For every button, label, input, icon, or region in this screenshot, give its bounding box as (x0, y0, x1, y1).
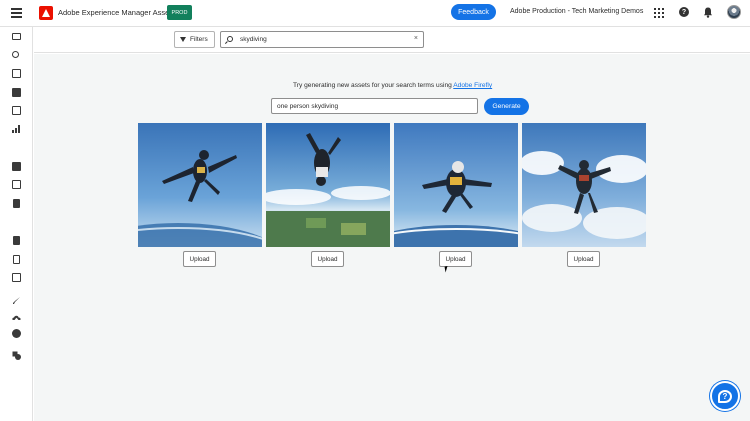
search-input[interactable] (240, 34, 410, 45)
help-fab-button[interactable]: ? (710, 381, 740, 411)
firefly-hint: Try generating new assets for your searc… (293, 82, 492, 89)
filter-icon (180, 37, 186, 42)
grid-icon[interactable] (12, 180, 21, 189)
left-rail (0, 27, 33, 421)
insights-icon[interactable] (12, 124, 21, 133)
adobe-logo-icon (39, 6, 53, 20)
cloud-upload-icon[interactable] (12, 310, 21, 323)
upload-button[interactable]: Upload (439, 251, 472, 267)
generate-button[interactable]: Generate (484, 98, 529, 115)
document-icon[interactable] (13, 236, 20, 245)
org-switcher[interactable]: Adobe Production - Tech Marketing Demos (510, 8, 643, 15)
app-title[interactable]: Adobe Experience Manager Assets (58, 8, 175, 17)
generated-image-4[interactable] (522, 123, 646, 247)
filters-label: Filters (190, 36, 208, 43)
notifications-icon[interactable] (703, 7, 713, 18)
help-bubble-icon: ? (718, 389, 732, 403)
search-icon (227, 36, 233, 42)
firefly-link[interactable]: Adobe Firefly (453, 82, 492, 89)
generated-image-1[interactable] (138, 123, 262, 247)
prompt-input[interactable] (277, 101, 472, 111)
app-switcher-icon[interactable] (654, 8, 664, 18)
help-icon[interactable]: ? (679, 7, 689, 17)
filters-button[interactable]: Filters (174, 31, 215, 48)
list-icon[interactable] (12, 69, 21, 78)
clear-search-icon[interactable]: × (414, 35, 418, 42)
shapes-icon[interactable] (12, 347, 21, 360)
search-icon[interactable] (12, 51, 19, 58)
templates-icon[interactable] (12, 162, 21, 171)
prompt-input-wrapper[interactable] (271, 98, 478, 114)
search-input-wrapper[interactable]: × (220, 31, 424, 48)
feedback-button[interactable]: Feedback (451, 4, 496, 20)
collections-icon[interactable] (12, 106, 21, 115)
trash-icon[interactable] (13, 199, 20, 208)
task-list-icon[interactable] (12, 273, 21, 282)
assets-icon[interactable] (12, 88, 21, 97)
rail-panel-icon[interactable] (12, 33, 21, 40)
env-badge: PROD (167, 5, 192, 20)
upload-button[interactable]: Upload (567, 251, 600, 267)
upload-button[interactable]: Upload (183, 251, 216, 267)
generated-image-3[interactable] (394, 123, 518, 247)
mouse-cursor (444, 265, 452, 273)
settings-icon[interactable] (12, 329, 21, 338)
firefly-hint-text: Try generating new assets for your searc… (293, 82, 454, 89)
avatar[interactable] (727, 5, 741, 19)
top-bar: Adobe Experience Manager Assets PROD Fee… (0, 0, 750, 27)
brush-icon[interactable] (12, 292, 21, 304)
report-icon[interactable] (13, 255, 20, 264)
menu-icon[interactable] (11, 8, 22, 18)
upload-button[interactable]: Upload (311, 251, 344, 267)
generated-image-2[interactable] (266, 123, 390, 247)
